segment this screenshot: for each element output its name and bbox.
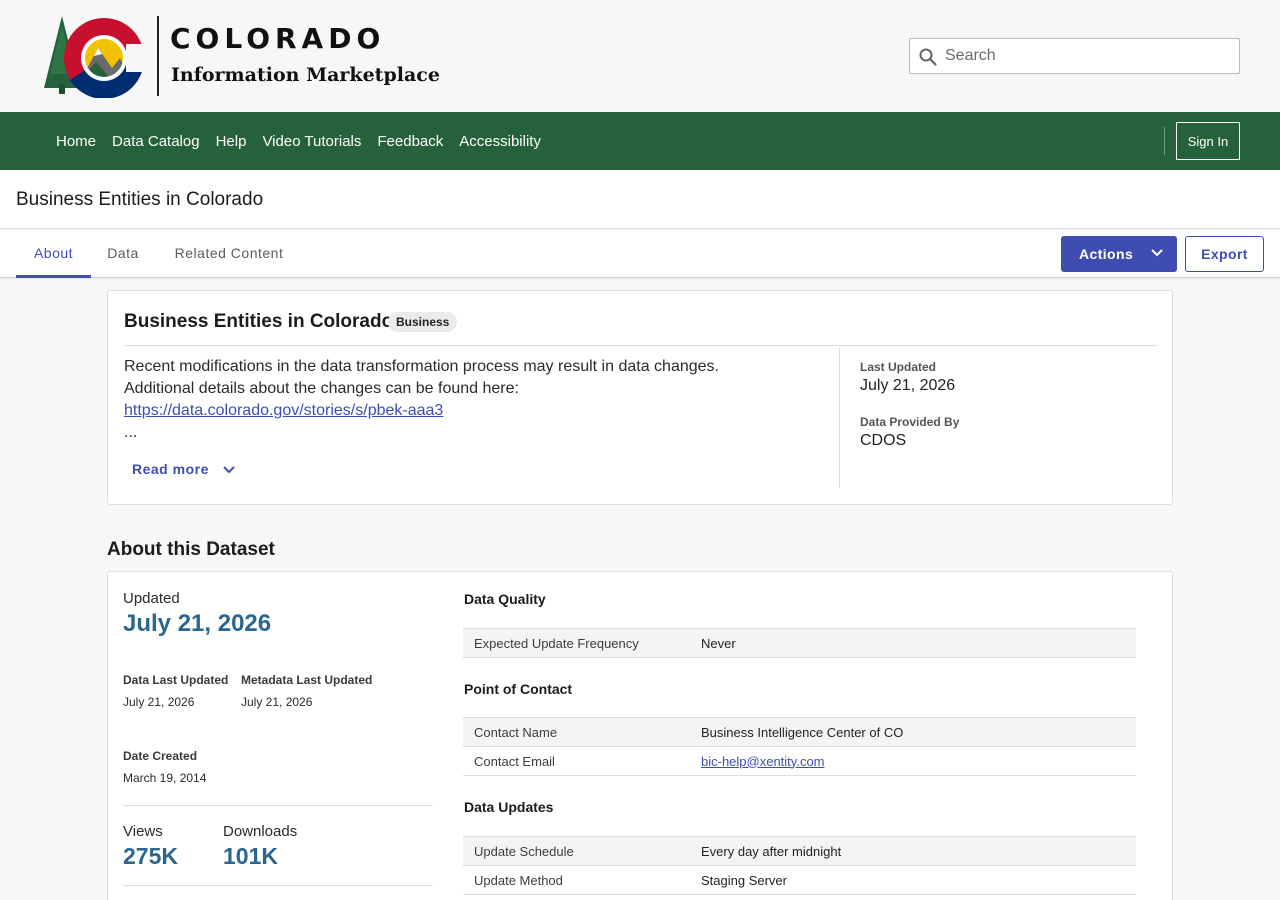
nav-data-catalog[interactable]: Data Catalog xyxy=(112,133,200,150)
logo-subtitle: Information Marketplace xyxy=(171,64,440,86)
tab-about[interactable]: About xyxy=(16,230,91,278)
row-value: Every day after midnight xyxy=(701,843,842,859)
data-quality-table: Expected Update Frequency Never xyxy=(463,628,1136,658)
nav-video-tutorials[interactable]: Video Tutorials xyxy=(262,133,361,150)
table-row: Expected Update Frequency Never xyxy=(463,628,1136,658)
views-label: Views xyxy=(123,823,163,840)
summary-divider xyxy=(124,345,1157,346)
table-row: Update Method Staging Server xyxy=(463,865,1136,895)
nav-feedback[interactable]: Feedback xyxy=(377,133,443,150)
row-value: Business Intelligence Center of CO xyxy=(701,724,904,740)
search-box[interactable] xyxy=(909,38,1240,74)
description-ellipsis: ... xyxy=(124,424,138,441)
summary-title: Business Entities in Colorado xyxy=(124,311,394,332)
downloads-value: 101K xyxy=(223,843,278,869)
row-key: Contact Email xyxy=(474,753,555,769)
date-created-value: March 19, 2014 xyxy=(123,771,207,785)
description-line-2: Additional details about the changes can… xyxy=(124,380,519,397)
tab-data[interactable]: Data xyxy=(98,230,148,278)
nav-home[interactable]: Home xyxy=(56,133,96,150)
data-provided-by-value: CDOS xyxy=(860,432,907,449)
data-last-updated-value: July 21, 2026 xyxy=(123,695,195,709)
about-dataset-card: Updated July 21, 2026 Data Last Updated … xyxy=(107,571,1173,900)
dataset-summary-card: Business Entities in Colorado Business R… xyxy=(107,290,1173,505)
data-updates-title: Data Updates xyxy=(464,799,554,815)
read-more-button[interactable]: Read more xyxy=(132,461,235,477)
row-value: Staging Server xyxy=(701,872,787,888)
colorado-logo-icon[interactable] xyxy=(40,14,146,99)
stats-divider-bottom xyxy=(123,885,433,886)
data-quality-title: Data Quality xyxy=(464,591,546,607)
row-value: Never xyxy=(701,635,736,651)
search-icon xyxy=(919,48,937,66)
category-badge[interactable]: Business xyxy=(388,312,458,332)
logo-divider xyxy=(157,16,159,96)
actions-button[interactable]: Actions xyxy=(1061,236,1177,272)
logo-title: COLORADO xyxy=(170,22,386,55)
site-header: COLORADO Information Marketplace xyxy=(0,0,1280,112)
description-link[interactable]: https://data.colorado.gov/stories/s/pbek… xyxy=(124,402,443,419)
last-updated-value: July 21, 2026 xyxy=(860,377,956,394)
read-more-label: Read more xyxy=(132,461,209,477)
nav-divider xyxy=(1164,127,1165,155)
nav-accessibility[interactable]: Accessibility xyxy=(459,133,541,150)
export-button[interactable]: Export xyxy=(1185,236,1264,272)
row-key: Update Method xyxy=(474,872,563,888)
page-title: Business Entities in Colorado xyxy=(16,189,264,210)
metadata-last-updated-value: July 21, 2026 xyxy=(241,695,313,709)
date-created-label: Date Created xyxy=(123,749,198,763)
updated-label: Updated xyxy=(123,590,180,607)
tab-related-content[interactable]: Related Content xyxy=(162,230,296,278)
about-dataset-heading: About this Dataset xyxy=(107,539,275,560)
data-updates-table: Update Schedule Every day after midnight… xyxy=(463,836,1136,895)
views-value: 275K xyxy=(123,843,178,869)
table-row: Update Schedule Every day after midnight xyxy=(463,836,1136,866)
downloads-label: Downloads xyxy=(223,823,298,840)
updated-date: July 21, 2026 xyxy=(123,610,272,637)
row-key: Expected Update Frequency xyxy=(474,635,639,651)
description-line-1: Recent modifications in the data transfo… xyxy=(124,358,719,375)
sign-in-button[interactable]: Sign In xyxy=(1176,122,1240,160)
dataset-title-bar: Business Entities in Colorado xyxy=(0,170,1280,229)
last-updated-label: Last Updated xyxy=(860,360,937,374)
point-of-contact-title: Point of Contact xyxy=(464,681,573,697)
nav-help[interactable]: Help xyxy=(216,133,247,150)
row-key: Update Schedule xyxy=(474,843,574,859)
search-input[interactable] xyxy=(945,39,1230,73)
data-provided-by-label: Data Provided By xyxy=(860,415,960,429)
summary-description: Recent modifications in the data transfo… xyxy=(124,356,824,444)
chevron-down-icon xyxy=(223,466,235,474)
table-row: Contact Email bic-help@xentity.com xyxy=(463,746,1136,776)
stats-divider-top xyxy=(123,805,433,806)
row-value: bic-help@xentity.com xyxy=(701,747,1136,776)
contact-email-link[interactable]: bic-help@xentity.com xyxy=(701,754,825,769)
metadata-last-updated-label: Metadata Last Updated xyxy=(241,673,373,687)
row-key: Contact Name xyxy=(474,724,558,740)
data-last-updated-label: Data Last Updated xyxy=(123,673,229,687)
chevron-down-icon xyxy=(1151,249,1163,257)
point-of-contact-table: Contact Name Business Intelligence Cente… xyxy=(463,717,1136,776)
table-row: Contact Name Business Intelligence Cente… xyxy=(463,717,1136,747)
actions-label: Actions xyxy=(1079,246,1134,262)
summary-vertical-divider xyxy=(839,347,840,488)
main-nav: Home Data Catalog Help Video Tutorials F… xyxy=(0,112,1280,170)
